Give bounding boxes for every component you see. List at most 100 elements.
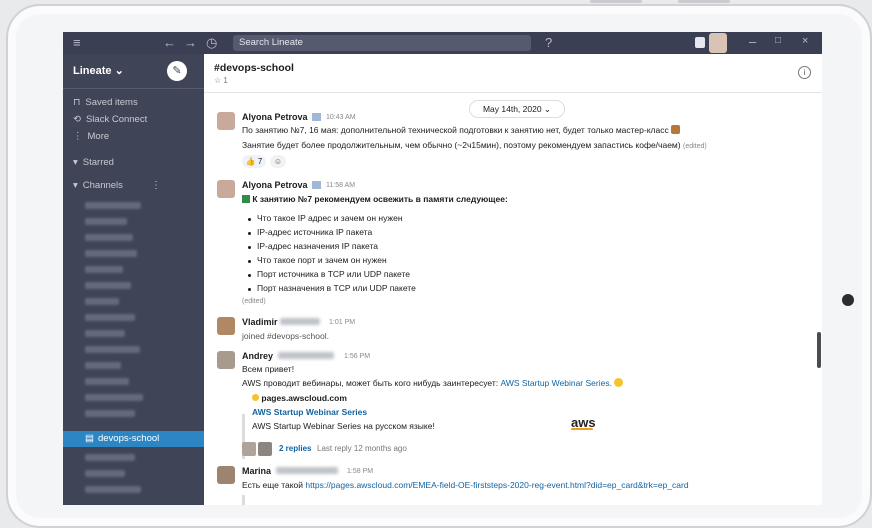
link-preview-bar: [242, 495, 245, 505]
channels-options-icon[interactable]: ⋮: [151, 180, 161, 191]
bullet: [248, 246, 251, 249]
avatar[interactable]: [217, 180, 235, 198]
channel-item[interactable]: [85, 362, 121, 369]
avatar[interactable]: [217, 317, 235, 335]
channel-item[interactable]: [85, 298, 119, 305]
channel-item[interactable]: [85, 378, 129, 385]
menu-icon[interactable]: ≡: [73, 35, 81, 50]
channel-item[interactable]: [85, 250, 137, 257]
bullet: [248, 288, 251, 291]
flag-icon: [242, 195, 250, 203]
last-reply-label: Last reply 12 months ago: [317, 444, 407, 453]
message-time[interactable]: 11:58 AM: [326, 182, 355, 189]
channel-item[interactable]: [85, 410, 135, 417]
message-pane: #devops-school ☆ 1 i May 14th, 2020 ⌄ Al…: [204, 54, 822, 505]
preview-title[interactable]: AWS Startup Webinar Series: [252, 407, 367, 417]
preview-site[interactable]: pages.awscloud.com: [252, 393, 347, 403]
back-arrow-icon[interactable]: ←: [163, 35, 176, 50]
channel-item[interactable]: [85, 314, 135, 321]
sidebar-item-more[interactable]: ⋮ More: [73, 131, 109, 142]
message-author[interactable]: Andrey: [242, 351, 273, 361]
system-message: joined #devops-school.: [242, 331, 329, 341]
status-icon[interactable]: [695, 37, 705, 48]
channel-item[interactable]: [85, 202, 141, 209]
channel-item[interactable]: [85, 454, 135, 461]
history-icon[interactable]: ◷: [206, 35, 217, 51]
status-emoji-icon: [312, 113, 321, 121]
channel-item[interactable]: [85, 234, 133, 241]
bullet: [248, 274, 251, 277]
channel-item[interactable]: [85, 266, 123, 273]
redacted-surname: [276, 467, 338, 474]
date-divider[interactable]: May 14th, 2020 ⌄: [469, 100, 565, 118]
hash-icon: ▤: [85, 433, 94, 444]
sidebar-item-saved[interactable]: ⊓ Saved items: [73, 97, 138, 108]
sidebar-item-slack-connect[interactable]: ⟲ Slack Connect: [73, 114, 147, 125]
channel-title[interactable]: #devops-school: [214, 62, 294, 74]
sidebar-section-starred[interactable]: ▾ Starred: [73, 157, 114, 168]
message-text: К занятию №7 рекомендуем освежить в памя…: [242, 194, 508, 204]
message-author[interactable]: Alyona Petrova: [242, 112, 308, 122]
list-item: Что такое IP адрес и зачем он нужен: [257, 213, 403, 223]
channel-item[interactable]: [85, 346, 140, 353]
compose-icon[interactable]: ✎: [167, 61, 187, 81]
message-author[interactable]: Vladimir: [242, 317, 278, 327]
message-text: По занятию №7, 16 мая: дополнительной те…: [242, 125, 681, 135]
workspace-name[interactable]: Lineate ⌄: [73, 64, 124, 77]
channel-item[interactable]: [85, 470, 125, 477]
search-input[interactable]: Search Lineate: [233, 35, 531, 51]
list-item: Порт назначения в TCP или UDP пакете: [257, 283, 416, 293]
message-author[interactable]: Alyona Petrova: [242, 180, 308, 190]
redacted-surname: [278, 352, 334, 359]
list-item: Порт источника в TCP или UDP пакете: [257, 269, 411, 279]
add-reaction-icon[interactable]: ☺: [270, 155, 286, 168]
message-time[interactable]: 1:58 PM: [347, 468, 373, 475]
smile-icon: [614, 378, 624, 387]
device-button: [678, 0, 730, 3]
more-icon: ⋮: [73, 131, 83, 142]
reaction-thumbs-up[interactable]: 👍 7: [242, 155, 266, 168]
divider: [63, 88, 204, 89]
message-time[interactable]: 1:56 PM: [344, 353, 370, 360]
site-favicon-icon: [252, 394, 259, 401]
info-icon[interactable]: i: [798, 66, 811, 79]
reply-avatar[interactable]: [258, 442, 272, 456]
help-icon[interactable]: ?: [545, 35, 552, 50]
scrollbar-thumb[interactable]: [817, 332, 821, 368]
list-item: Что такое порт и зачем он нужен: [257, 255, 387, 265]
message-text: Занятие будет более продолжительным, чем…: [242, 140, 707, 150]
channel-item[interactable]: [85, 282, 131, 289]
channel-item[interactable]: [85, 330, 125, 337]
message-time[interactable]: 10:43 AM: [326, 114, 356, 121]
list-item: IP-адрес источника IP пакета: [257, 227, 373, 237]
channel-item[interactable]: [85, 486, 141, 493]
device-button: [590, 0, 642, 3]
caret-down-icon: ▾: [73, 157, 78, 168]
title-bar: ≡ ← → ◷ Search Lineate ? – □ ×: [63, 32, 822, 54]
sidebar: Lineate ⌄ ✎ ⊓ Saved items ⟲ Slack Connect …: [63, 54, 204, 505]
bullet: [248, 232, 251, 235]
avatar[interactable]: [217, 351, 235, 369]
thread-replies-link[interactable]: 2 replies: [279, 444, 311, 453]
sidebar-section-channels[interactable]: ▾ Channels: [73, 180, 123, 191]
avatar[interactable]: [217, 466, 235, 484]
avatar[interactable]: [217, 112, 235, 130]
bookmark-icon: ⊓: [73, 97, 81, 108]
webinar-link[interactable]: AWS Startup Webinar Series.: [500, 378, 612, 388]
event-link[interactable]: https://pages.awscloud.com/EMEA-field-OE…: [305, 480, 688, 490]
reply-avatar[interactable]: [242, 442, 256, 456]
coffee-icon: [671, 125, 681, 134]
maximize-icon[interactable]: □: [775, 35, 781, 46]
close-icon[interactable]: ×: [802, 35, 808, 47]
message-author[interactable]: Marina: [242, 466, 271, 476]
channel-star-count[interactable]: ☆ 1: [214, 76, 228, 85]
camera: [842, 294, 854, 306]
sidebar-item-devops-school[interactable]: ▤ devops-school: [63, 431, 204, 447]
user-avatar[interactable]: [709, 33, 727, 53]
channel-item[interactable]: [85, 218, 127, 225]
channel-item[interactable]: [85, 394, 143, 401]
message-time[interactable]: 1:01 PM: [329, 319, 355, 326]
aws-logo[interactable]: aws: [571, 415, 596, 430]
minimize-icon[interactable]: –: [749, 34, 756, 49]
forward-arrow-icon[interactable]: →: [184, 35, 197, 50]
